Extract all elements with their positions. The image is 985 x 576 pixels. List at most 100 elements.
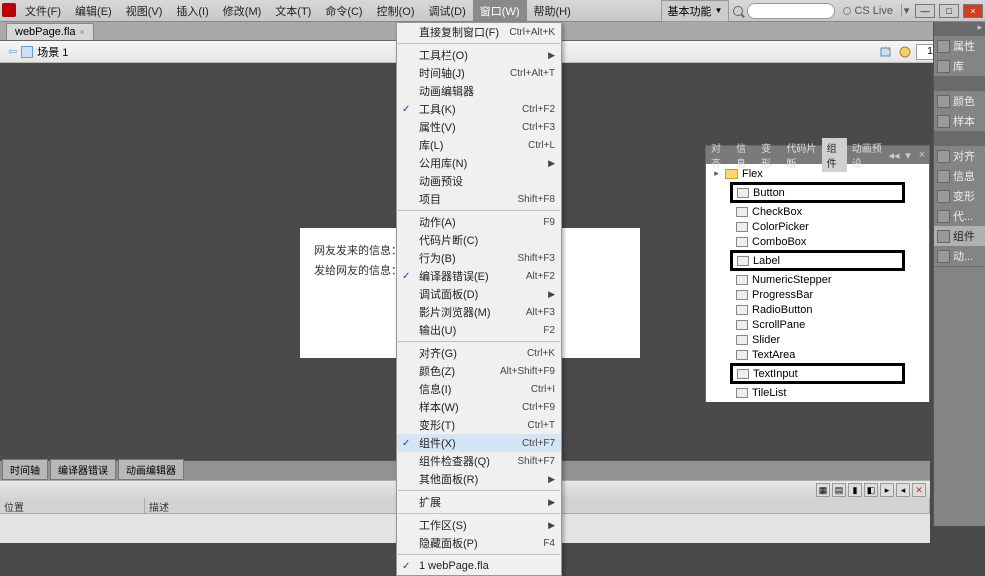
menu-item[interactable]: 影片浏览器(M)Alt+F3 [397, 303, 561, 321]
menu-item[interactable]: 工作区(S)▶ [397, 516, 561, 534]
menu-item[interactable]: ✓1 webPage.fla [397, 557, 561, 575]
components-tree[interactable]: ▸ Flex Button CheckBoxColorPickerComboBox La… [706, 164, 929, 402]
menu-item[interactable]: 输出(U)F2 [397, 321, 561, 339]
menu-item[interactable]: 项目Shift+F8 [397, 190, 561, 208]
side-panel-动...[interactable]: 动... [934, 246, 985, 266]
tool-icon[interactable]: ▸ [880, 483, 894, 497]
menu-视图[interactable]: 视图(V) [119, 0, 170, 22]
panel-control-icon[interactable]: ▾ [901, 149, 915, 162]
component-scrollpane[interactable]: ScrollPane [708, 317, 927, 332]
component-label[interactable]: Label [733, 253, 902, 268]
menu-命令[interactable]: 命令(C) [318, 0, 369, 22]
component-button[interactable]: Button [733, 185, 902, 200]
menu-item[interactable]: ✓工具(K)Ctrl+F2 [397, 100, 561, 118]
maximize-button[interactable]: □ [939, 4, 959, 18]
side-panel-代...[interactable]: 代... [934, 206, 985, 226]
component-radiobutton[interactable]: RadioButton [708, 302, 927, 317]
component-combobox[interactable]: ComboBox [708, 234, 927, 249]
component-colorpicker[interactable]: ColorPicker [708, 219, 927, 234]
panel-icon [937, 60, 950, 73]
cslive-button[interactable]: CS Live [839, 5, 897, 17]
menu-item[interactable]: 代码片断(C) [397, 231, 561, 249]
panel-control-icon[interactable]: × [915, 149, 929, 162]
tool-icon[interactable]: ▮ [848, 483, 862, 497]
menu-item[interactable]: 调试面板(D)▶ [397, 285, 561, 303]
menu-item[interactable]: 动画编辑器 [397, 82, 561, 100]
side-panel-颜色[interactable]: 颜色 [934, 91, 985, 111]
tool-icon[interactable]: ▤ [832, 483, 846, 497]
menu-编辑[interactable]: 编辑(E) [68, 0, 119, 22]
menu-item[interactable]: 组件检查器(Q)Shift+F7 [397, 452, 561, 470]
menu-item[interactable]: 其他面板(R)▶ [397, 470, 561, 488]
tool-icon[interactable]: ◧ [864, 483, 878, 497]
menu-帮助[interactable]: 帮助(H) [527, 0, 578, 22]
component-slider[interactable]: Slider [708, 332, 927, 347]
bottom-tab[interactable]: 动画编辑器 [118, 459, 184, 480]
column-position[interactable]: 位置 [0, 498, 145, 513]
menu-item[interactable]: 隐藏面板(P)F4 [397, 534, 561, 552]
panel-tab[interactable]: 对齐 [706, 138, 731, 172]
component-tilelist[interactable]: TileList [708, 385, 927, 400]
panel-tab[interactable]: 组件 [822, 138, 847, 172]
menu-item[interactable]: 扩展▶ [397, 493, 561, 511]
search-input[interactable] [747, 3, 835, 19]
collapse-icon[interactable]: ▸ [977, 22, 982, 36]
side-panel-对齐[interactable]: 对齐 [934, 146, 985, 166]
minimize-button[interactable]: — [915, 4, 935, 18]
menu-调试[interactable]: 调试(D) [422, 0, 473, 22]
component-uiloader[interactable]: UILoader [708, 400, 927, 402]
side-panel-变形[interactable]: 变形 [934, 186, 985, 206]
menu-item[interactable]: 库(L)Ctrl+L [397, 136, 561, 154]
menu-item[interactable]: 行为(B)Shift+F3 [397, 249, 561, 267]
menu-item[interactable]: 属性(V)Ctrl+F3 [397, 118, 561, 136]
side-panel-信息[interactable]: 信息 [934, 166, 985, 186]
back-icon[interactable]: ⇦ [8, 45, 17, 58]
side-panel-属性[interactable]: 属性 [934, 36, 985, 56]
menu-item[interactable]: ✓编译器错误(E)Alt+F2 [397, 267, 561, 285]
tool-icon[interactable]: ▦ [816, 483, 830, 497]
menu-item[interactable]: 动作(A)F9 [397, 213, 561, 231]
close-button[interactable]: × [963, 4, 983, 18]
menu-item[interactable]: 信息(I)Ctrl+I [397, 380, 561, 398]
menu-item[interactable]: 样本(W)Ctrl+F9 [397, 398, 561, 416]
panel-tab[interactable]: 代码片断 [781, 138, 821, 172]
menu-item[interactable]: 颜色(Z)Alt+Shift+F9 [397, 362, 561, 380]
edit-scene-icon[interactable] [880, 45, 894, 59]
panel-control-icon[interactable]: ◂◂ [887, 149, 901, 162]
side-panel-库[interactable]: 库 [934, 56, 985, 76]
menu-item[interactable]: 工具栏(O)▶ [397, 46, 561, 64]
tree-folder-label[interactable]: Flex [742, 168, 763, 180]
menu-item[interactable]: 直接复制窗口(F)Ctrl+Alt+K [397, 23, 561, 41]
side-panel-样本[interactable]: 样本 [934, 111, 985, 131]
menu-控制[interactable]: 控制(O) [370, 0, 422, 22]
menu-item[interactable]: 对齐(G)Ctrl+K [397, 344, 561, 362]
menu-文本[interactable]: 文本(T) [268, 0, 318, 22]
dropdown-icon[interactable]: ▾ [901, 4, 911, 17]
menu-窗口[interactable]: 窗口(W) [473, 0, 527, 22]
delete-icon[interactable]: ✕ [912, 483, 926, 497]
close-icon[interactable]: × [80, 27, 85, 37]
component-checkbox[interactable]: CheckBox [708, 204, 927, 219]
panel-tab[interactable]: 动画预设 [847, 138, 887, 172]
document-tab[interactable]: webPage.fla × [6, 23, 94, 40]
component-icon [736, 207, 748, 217]
side-panel-组件[interactable]: 组件 [934, 226, 985, 246]
component-progressbar[interactable]: ProgressBar [708, 287, 927, 302]
component-numericstepper[interactable]: NumericStepper [708, 272, 927, 287]
menu-item[interactable]: ✓组件(X)Ctrl+F7 [397, 434, 561, 452]
component-textarea[interactable]: TextArea [708, 347, 927, 362]
menu-插入[interactable]: 插入(I) [169, 0, 215, 22]
menu-文件[interactable]: 文件(F) [18, 0, 68, 22]
twisty-icon[interactable]: ▸ [712, 168, 721, 179]
workspace-selector[interactable]: 基本功能 ▼ [661, 0, 730, 22]
menu-item[interactable]: 动画预设 [397, 172, 561, 190]
component-textinput[interactable]: TextInput [733, 366, 902, 381]
bottom-tab[interactable]: 编译器错误 [50, 459, 116, 480]
menu-item[interactable]: 公用库(N)▶ [397, 154, 561, 172]
edit-symbol-icon[interactable] [898, 45, 912, 59]
menu-item[interactable]: 时间轴(J)Ctrl+Alt+T [397, 64, 561, 82]
menu-item[interactable]: 变形(T)Ctrl+T [397, 416, 561, 434]
menu-修改[interactable]: 修改(M) [216, 0, 269, 22]
tool-icon[interactable]: ◂ [896, 483, 910, 497]
bottom-tab[interactable]: 时间轴 [2, 459, 48, 480]
